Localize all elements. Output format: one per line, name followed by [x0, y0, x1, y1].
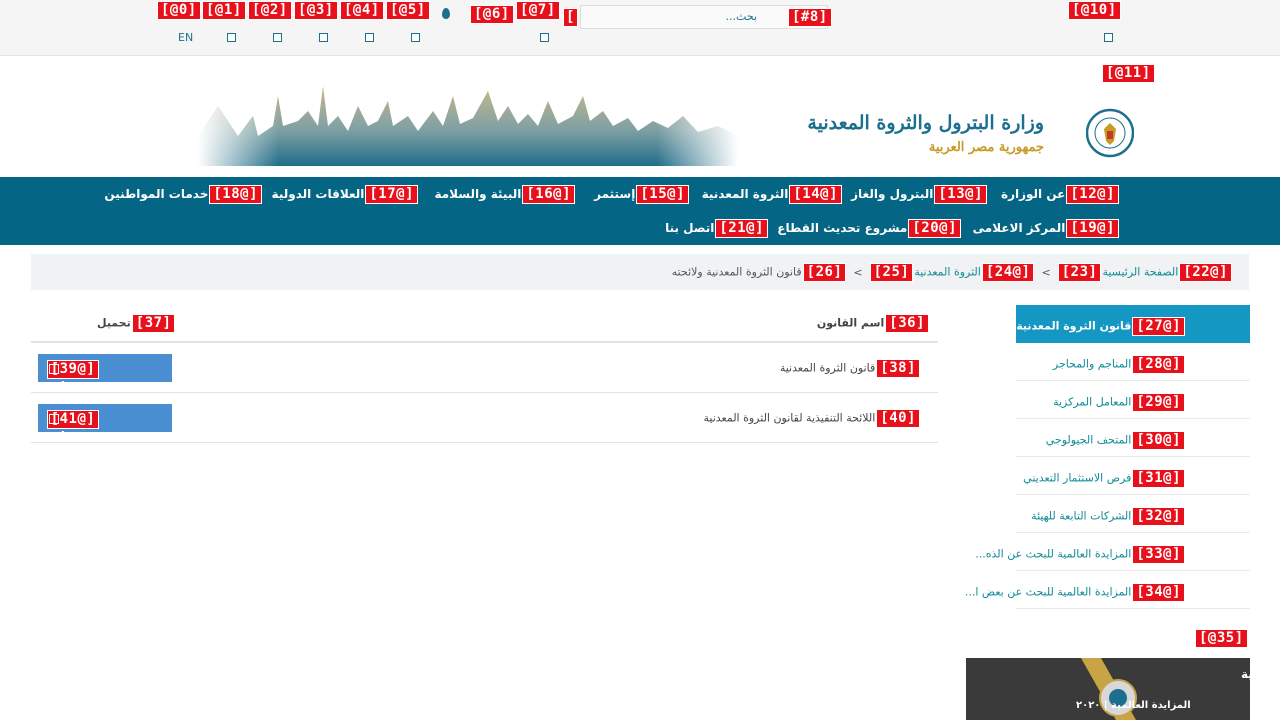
ministry-name: وزارة البترول والثروة المعدنية — [807, 112, 1044, 134]
breadcrumb-mineral-wealth[interactable]: الثروة المعدنية — [914, 266, 981, 279]
banner-artwork: هيئة الثروة المعدنية المزايدة العالمية |… — [966, 658, 1250, 720]
banner-subtitle: المزايدة العالمية | ٢٠٢٠ — [1076, 700, 1191, 711]
column-header-download: [37]تحميل — [97, 314, 176, 333]
social-icon-2[interactable] — [273, 33, 282, 42]
tag-search-left: [ — [563, 8, 578, 27]
search-submit-icon[interactable] — [540, 33, 549, 42]
sidebar-item-mineral-law[interactable]: [@27]قانون الثروة المعدنية ولائحته — [974, 305, 1250, 343]
law-name-cell[interactable]: [40]اللائحة التنفيذية لقانون الثروة المع… — [703, 409, 921, 428]
nav-environment-safety[interactable]: [@16]البيئة والسلامة — [434, 185, 576, 204]
tag-4: [@4] — [340, 1, 384, 20]
country-name: جمهورية مصر العربية — [928, 140, 1044, 155]
social-icon-4[interactable] — [365, 33, 374, 42]
table-row: [40]اللائحة التنفيذية لقانون الثروة المع… — [31, 393, 938, 443]
tag-6: [@6] — [470, 5, 514, 24]
laws-table: [36]اسم القانون [37]تحميل [38]قانون الثر… — [31, 305, 938, 443]
tag-8: [#8] — [788, 8, 832, 27]
main-navigation: [@12]عن الوزارة [@13]البترول والغاز [@14… — [0, 177, 1280, 245]
sidebar-item-geological-museum[interactable]: [@30]المتحف الجيولوجي — [1016, 419, 1250, 457]
tag-5: [@5] — [386, 1, 430, 20]
tag-0: [@0] — [157, 1, 201, 20]
tag-7: [@7] — [516, 1, 560, 20]
tag-35: [@35] — [1195, 629, 1248, 648]
tag-26: [26] — [802, 263, 847, 282]
sidebar-menu: [@27]قانون الثروة المعدنية ولائحته [@28]… — [965, 305, 1250, 609]
sidebar-item-central-labs[interactable]: [@29]المعامل المركزية — [1016, 381, 1250, 419]
language-en-link[interactable]: EN — [178, 31, 193, 44]
sidebar-item-minerals-bid[interactable]: [@34]المزايدة العالمية للبحث عن بعض ا... — [965, 571, 1250, 609]
sidebar-item-mining-investment[interactable]: [@31]فرص الاستثمار التعديني — [1016, 457, 1250, 495]
social-icon-3[interactable] — [319, 33, 328, 42]
tag-11: [@11] — [1102, 64, 1155, 83]
download-icon — [49, 414, 59, 424]
tag-24: [@24] — [981, 263, 1035, 282]
water-drop-icon[interactable] — [442, 8, 450, 19]
breadcrumb-home[interactable]: الصفحة الرئيسية — [1102, 266, 1178, 279]
nav-media-center[interactable]: [@19]المركز الاعلامى — [973, 219, 1120, 238]
tag-1: [@1] — [202, 1, 246, 20]
social-icon-1[interactable] — [227, 33, 236, 42]
ministry-emblem-logo[interactable] — [1086, 97, 1134, 169]
sidebar-item-subsidiaries[interactable]: [@32]الشركات التابعة للهيئة — [1016, 495, 1250, 533]
social-icon-5[interactable] — [411, 33, 420, 42]
download-icon — [49, 364, 59, 374]
table-header: [36]اسم القانون [37]تحميل — [31, 305, 938, 343]
tag-2: [@2] — [248, 1, 292, 20]
menu-icon[interactable] — [1104, 33, 1113, 42]
tag-3: [@3] — [294, 1, 338, 20]
bid-2020-banner[interactable]: هيئة الثروة المعدنية المزايدة العالمية |… — [966, 658, 1250, 720]
nav-citizen-services[interactable]: [@18]خدمات المواطنين — [104, 185, 263, 204]
banner-title: هيئة الثروة المعدنية — [1241, 667, 1250, 682]
breadcrumb-separator-2: > — [853, 265, 863, 279]
tag-23: [23] — [1057, 263, 1102, 282]
nav-mineral-wealth[interactable]: [@14]الثروة المعدنية — [702, 185, 843, 204]
nav-invest[interactable]: [@15]إستثمر — [594, 185, 690, 204]
nav-sector-modernization[interactable]: [@20]مشروع تحديث القطاع — [777, 219, 962, 238]
column-header-law-name: [36]اسم القانون — [817, 314, 930, 333]
tag-25: [25] — [869, 263, 914, 282]
law-name-cell[interactable]: [38]قانون الثروة المعدنية — [780, 359, 921, 378]
nav-international-relations[interactable]: [@17]العلاقات الدولية — [272, 185, 419, 204]
nav-contact-us[interactable]: [@21]اتصل بنا — [665, 219, 769, 238]
sidebar-item-mines-quarries[interactable]: [@28]المناجم والمحاجر — [1016, 343, 1250, 381]
top-utility-bar: [@0] [@1] [@2] [@3] [@4] [@5] [@6] [@7] … — [0, 0, 1280, 56]
sidebar-item-gold-bid[interactable]: [@33]المزايدة العالمية للبحث عن الذه... — [975, 533, 1250, 571]
breadcrumb-separator: > — [1041, 265, 1051, 279]
download-button[interactable]: [@39]تحميل — [38, 354, 172, 393]
city-skyline-banner — [198, 66, 738, 166]
download-button[interactable]: [@41]تحميل — [38, 404, 172, 443]
tag-22: [@22] — [1179, 263, 1232, 282]
nav-about[interactable]: [@12]عن الوزارة — [1001, 185, 1120, 204]
tag-10: [@10] — [1068, 1, 1121, 20]
table-row: [38]قانون الثروة المعدنية [@39]تحميل — [31, 343, 938, 393]
nav-oil-gas[interactable]: [@13]البترول والغاز — [851, 185, 988, 204]
breadcrumb: [@22]الصفحة الرئيسية[23] > [@24]الثروة الم… — [31, 254, 1249, 290]
breadcrumb-current: قانون الثروة المعدنية ولائحته — [671, 265, 802, 279]
